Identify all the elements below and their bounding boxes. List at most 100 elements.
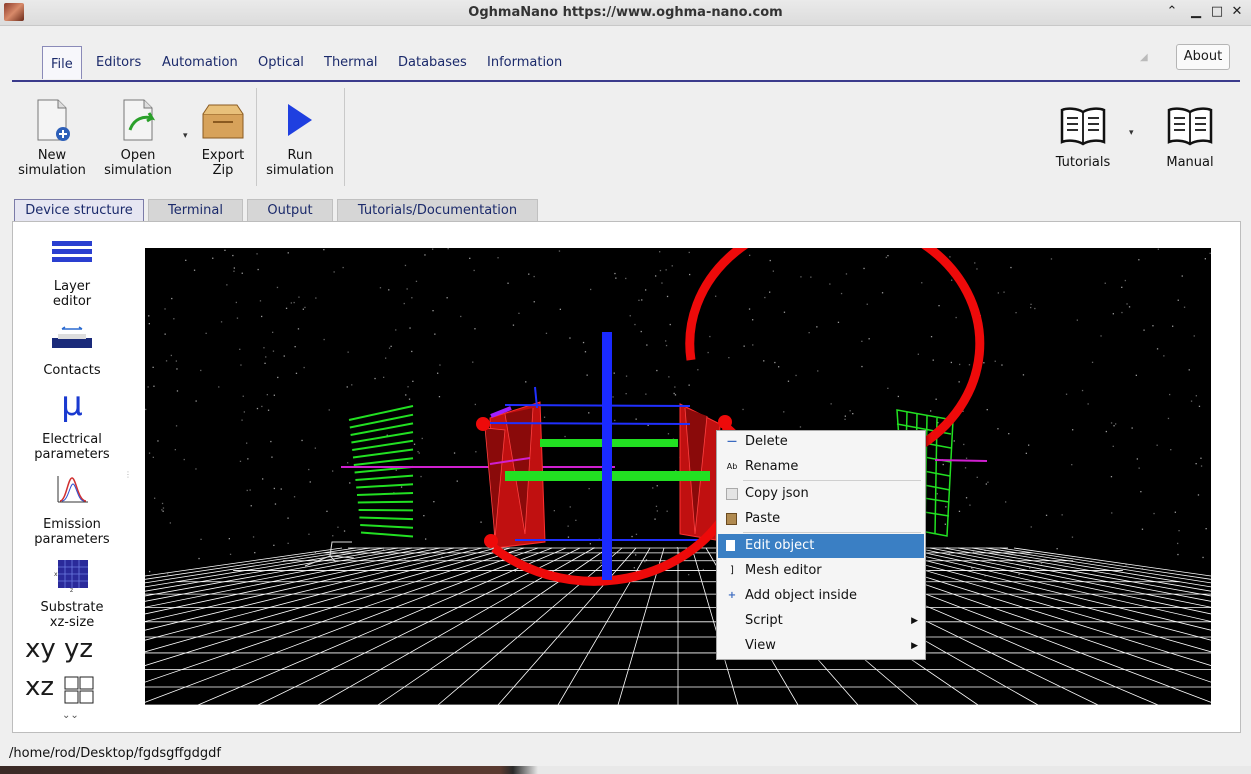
menu-item-mesh-editor[interactable]: ] Mesh editor [718,559,924,583]
tutorials-dropdown-icon[interactable]: ▾ [1129,128,1134,138]
title-bar: OghmaNano https://www.oghma-nano.com ⌃ ▁… [0,0,1251,26]
plus-icon: + [727,590,737,601]
tab-optical[interactable]: Optical [250,52,312,74]
new-simulation-button[interactable]: New simulation [14,96,90,180]
add-object-inside-label: Add object inside [745,588,857,603]
menu-item-rename[interactable]: Ab Rename [718,455,924,479]
emission-spectrum-icon [57,476,88,503]
layer-editor-button[interactable]: Layer editor [12,236,132,310]
new-document-icon [37,99,70,141]
substrate-xz-size-button[interactable]: xz Substrate xz-size [12,556,132,630]
contacts-icon [52,326,92,348]
menu-item-edit-object[interactable]: Edit object [718,534,924,558]
open-document-icon [123,99,156,141]
floor-grid [145,547,1211,705]
about-button[interactable]: About [1176,44,1230,70]
tab-thermal[interactable]: Thermal [316,52,386,74]
contacts-button[interactable]: Contacts [12,324,132,380]
side-toolbar: Layer editor Contacts μ Electrical param… [12,236,132,726]
box-icon [202,104,244,139]
menu-item-paste[interactable]: Paste [718,507,924,531]
open-simulation-button[interactable]: Open simulation [100,96,176,180]
minus-icon: — [727,436,737,447]
contacts-label: Contacts [43,363,101,378]
run-sim-label-2: simulation [266,163,334,178]
layer-editor-label-2: editor [52,294,92,309]
more-icon[interactable]: ⌄⌄ [62,710,79,721]
close-icon[interactable]: ✕ [1228,3,1246,21]
copy-json-label: Copy json [745,486,809,501]
export-zip-button[interactable]: Export Zip [196,96,250,180]
manual-button[interactable]: Manual [1158,96,1222,180]
script-label: Script [745,613,783,628]
four-views-icon[interactable] [64,676,94,704]
tab-information[interactable]: Information [479,52,570,74]
view-xz-button[interactable]: xz [25,672,54,702]
maximize-icon[interactable]: □ [1208,3,1226,21]
substrate-icon: xz [54,560,88,592]
new-sim-label-2: simulation [18,163,86,178]
scene-canvas [145,248,1211,705]
run-simulation-button[interactable]: Run simulation [262,96,338,180]
view-yz-button[interactable]: yz [64,634,93,664]
substrate-label-1: Substrate [40,600,104,615]
book-icon [1060,107,1106,146]
emission-label-2: parameters [34,532,110,547]
electrical-label-1: Electrical [42,432,102,447]
menu-item-delete[interactable]: — Delete [718,430,924,454]
view-xy-button[interactable]: xy [25,634,56,664]
electrical-parameters-button[interactable]: μ Electrical parameters [12,384,132,462]
tab-terminal[interactable]: Terminal [148,199,243,223]
menu-item-script[interactable]: Script ▶ [718,609,924,633]
delete-label: Delete [745,434,788,449]
tutorials-button[interactable]: Tutorials [1048,96,1118,180]
paste-icon [726,513,737,525]
tab-device-structure[interactable]: Device structure [14,199,144,223]
electrical-label-2: parameters [34,447,110,462]
menu-item-copy-json[interactable]: Copy json [718,482,924,506]
left-light-source [348,405,414,538]
collapse-icon[interactable]: ⌃ [1163,3,1181,21]
taskbar-strip [0,766,1251,774]
svg-text:z: z [70,587,73,592]
layers-icon [52,241,92,262]
tab-tutorials-documentation[interactable]: Tutorials/Documentation [337,199,538,223]
toolbar-separator [344,88,345,186]
svg-text:x: x [54,571,58,578]
tab-output[interactable]: Output [247,199,333,223]
export-zip-label-1: Export [201,148,245,163]
menu-item-add-object-inside[interactable]: + Add object inside [718,584,924,608]
substrate-label-2: xz-size [49,615,95,630]
window-title: OghmaNano https://www.oghma-nano.com [468,5,783,20]
tab-databases[interactable]: Databases [390,52,475,74]
open-sim-label-2: simulation [104,163,172,178]
splitter-handle[interactable]: ⋮ [124,470,132,479]
starfield [145,248,1211,577]
rename-icon: Ab [726,462,738,471]
book-icon [1167,107,1213,146]
submenu-arrow-icon: ▶ [911,641,918,651]
tab-automation[interactable]: Automation [154,52,246,74]
play-icon [288,104,312,136]
status-path: /home/rod/Desktop/fgdsgffgdgdf [9,746,221,761]
copy-icon [726,488,738,500]
tab-file[interactable]: File [42,46,82,79]
ribbon-tab-bar: File Editors Automation Optical Thermal … [12,44,1240,82]
layer-editor-label-1: Layer [53,279,91,294]
minimize-icon[interactable]: ▁ [1187,3,1205,21]
mesh-icon: ] [730,565,734,576]
emission-label-1: Emission [43,517,101,532]
tab-editors[interactable]: Editors [88,52,149,74]
open-dropdown-icon[interactable]: ▾ [183,131,188,141]
3d-viewport[interactable] [145,248,1211,705]
magenta-axis-right [934,459,988,462]
export-zip-label-2: Zip [212,163,234,178]
edit-document-icon [726,540,735,551]
submenu-arrow-icon: ▶ [911,616,918,626]
new-sim-label-1: New [37,148,67,163]
menu-separator [743,480,921,481]
tutorials-label: Tutorials [1055,155,1111,170]
emission-parameters-button[interactable]: Emission parameters [12,474,132,548]
menu-item-view[interactable]: View ▶ [718,634,924,658]
edit-object-label: Edit object [745,538,815,553]
